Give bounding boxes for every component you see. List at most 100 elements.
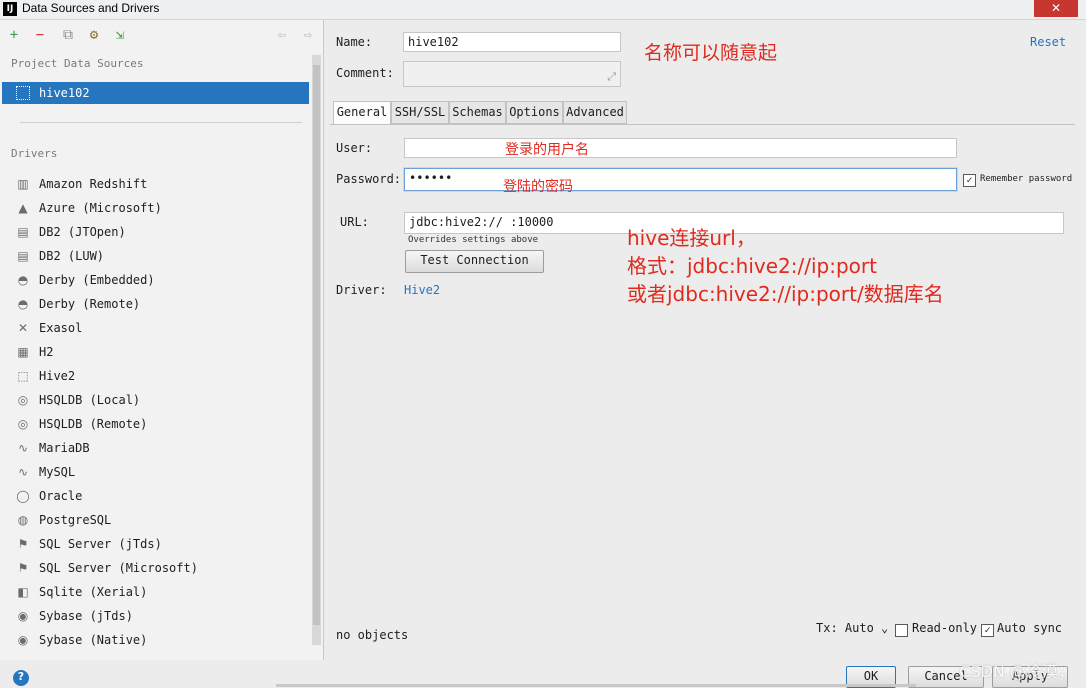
driver-label: Driver: [336, 283, 387, 297]
driver-label: Azure (Microsoft) [39, 201, 162, 215]
name-annotation: 名称可以随意起 [644, 42, 778, 64]
driver-item[interactable]: ✕ Exasol [14, 318, 304, 338]
data-sources-panel: + − ⧉ ⚙ ⇲ ⇦ ⇨ Project Data Sources hive1… [0, 20, 324, 660]
scrollbar-thumb[interactable] [313, 65, 320, 625]
tab-options[interactable]: Options [506, 101, 563, 124]
tab-schemas[interactable]: Schemas [449, 101, 506, 124]
driver-link[interactable]: Hive2 [404, 283, 440, 297]
driver-label: PostgreSQL [39, 513, 112, 527]
tab-general[interactable]: General [333, 101, 391, 125]
divider [20, 122, 302, 123]
sqlserver-icon: ⚑ [17, 537, 29, 551]
auto-sync-label: Auto sync [997, 621, 1063, 635]
password-field[interactable]: •••••• [404, 168, 957, 191]
hive-icon: ⬚ [17, 369, 29, 383]
postgresql-icon: ◍ [17, 513, 29, 527]
driver-item[interactable]: ◯ Oracle [14, 486, 304, 506]
read-only-checkbox[interactable] [895, 624, 908, 637]
sqlserver-icon: ⚑ [17, 561, 29, 575]
tx-mode-label: Tx: Auto [816, 621, 874, 635]
driver-item[interactable]: ▥ Amazon Redshift [14, 174, 304, 194]
user-field[interactable] [404, 138, 957, 158]
expand-icon[interactable]: ⤢ [607, 70, 616, 84]
mysql-icon: ∿ [17, 465, 29, 479]
tx-mode-dropdown[interactable]: Tx: Auto ⌄ [816, 621, 888, 635]
driver-label: Derby (Embedded) [39, 273, 155, 287]
hsqldb-icon: ◎ [17, 393, 29, 407]
driver-item[interactable]: ◉ Sybase (Native) [14, 630, 304, 650]
add-icon[interactable]: + [6, 27, 22, 43]
driver-item[interactable]: ▤ DB2 (LUW) [14, 246, 304, 266]
user-annotation: 登录的用户名 [505, 142, 589, 158]
driver-item[interactable]: ▲ Azure (Microsoft) [14, 198, 304, 218]
hsqldb-icon: ◎ [17, 417, 29, 431]
read-only-label: Read-only [912, 621, 978, 635]
driver-item[interactable]: ◓ Derby (Embedded) [14, 270, 304, 290]
settings-wrench-icon[interactable]: ⚙ [86, 27, 102, 43]
left-scrollbar[interactable] [312, 55, 321, 645]
driver-item[interactable]: ▤ DB2 (JTOpen) [14, 222, 304, 242]
exasol-icon: ✕ [17, 321, 29, 335]
window-titlebar: IJ Data Sources and Drivers ✕ [0, 0, 1086, 20]
test-connection-button[interactable]: Test Connection [405, 250, 544, 273]
name-label: Name: [336, 35, 373, 49]
azure-icon: ▲ [18, 201, 28, 215]
driver-item[interactable]: ▦ H2 [14, 342, 304, 362]
driver-item[interactable]: ◧ Sqlite (Xerial) [14, 582, 304, 602]
driver-label: DB2 (JTOpen) [39, 225, 126, 239]
reset-link[interactable]: Reset [1030, 35, 1066, 49]
help-icon[interactable]: ? [13, 670, 29, 686]
driver-item[interactable]: ◍ PostgreSQL [14, 510, 304, 530]
driver-label: SQL Server (jTds) [39, 537, 162, 551]
driver-item[interactable]: ∿ MySQL [14, 462, 304, 482]
driver-item[interactable]: ⚑ SQL Server (Microsoft) [14, 558, 304, 578]
driver-item[interactable]: ∿ MariaDB [14, 438, 304, 458]
driver-label: Sqlite (Xerial) [39, 585, 148, 599]
comment-field[interactable]: ⤢ [403, 61, 621, 87]
driver-item[interactable]: ◓ Derby (Remote) [14, 294, 304, 314]
name-field[interactable]: hive102 [403, 32, 621, 52]
remember-password-checkbox[interactable]: ✓ [963, 174, 976, 187]
oracle-icon: ◯ [16, 489, 30, 503]
password-annotation: 登陆的密码 [503, 179, 573, 195]
remove-icon[interactable]: − [32, 27, 48, 43]
url-label: URL: [340, 215, 369, 229]
duplicate-icon[interactable]: ⧉ [60, 27, 76, 43]
driver-label: MySQL [39, 465, 76, 479]
objects-status: no objects [336, 628, 409, 642]
sqlite-icon: ◧ [17, 585, 29, 599]
driver-item[interactable]: ◎ HSQLDB (Remote) [14, 414, 304, 434]
driver-label: HSQLDB (Local) [39, 393, 141, 407]
driver-item[interactable]: ⬚ Hive2 [14, 366, 304, 386]
chevron-down-icon: ⌄ [873, 621, 889, 635]
window-title: Data Sources and Drivers [22, 1, 160, 15]
driver-label: DB2 (LUW) [39, 249, 105, 263]
driver-item[interactable]: ⚑ SQL Server (jTds) [14, 534, 304, 554]
driver-label: MariaDB [39, 441, 90, 455]
window-close-button[interactable]: ✕ [1034, 0, 1078, 17]
forward-arrow-icon[interactable]: ⇨ [300, 27, 316, 43]
driver-label: Sybase (Native) [39, 633, 148, 647]
driver-label: Sybase (jTds) [39, 609, 133, 623]
driver-item[interactable]: ◉ Sybase (jTds) [14, 606, 304, 626]
csdn-watermark: CSDN @冷漠； [959, 662, 1074, 681]
intellij-app-icon: IJ [3, 2, 17, 16]
import-icon[interactable]: ⇲ [112, 27, 128, 43]
driver-item[interactable]: ◎ HSQLDB (Local) [14, 390, 304, 410]
sybase-icon: ◉ [17, 633, 29, 647]
tab-ssh-ssl[interactable]: SSH/SSL [391, 101, 449, 124]
tab-advanced[interactable]: Advanced [563, 101, 627, 124]
driver-label: Exasol [39, 321, 83, 335]
back-arrow-icon[interactable]: ⇦ [274, 27, 290, 43]
data-source-label: hive102 [39, 86, 90, 100]
remember-password-label: Remember password [980, 174, 1073, 184]
auto-sync-checkbox[interactable]: ✓ [981, 624, 994, 637]
driver-label: HSQLDB (Remote) [39, 417, 148, 431]
tab-panel-border [330, 124, 1075, 125]
mariadb-icon: ∿ [17, 441, 29, 455]
driver-label: Hive2 [39, 369, 76, 383]
driver-label: Oracle [39, 489, 83, 503]
redshift-icon: ▥ [17, 177, 29, 191]
db2-icon: ▤ [17, 225, 29, 239]
data-source-item-hive102[interactable]: hive102 [2, 82, 309, 104]
